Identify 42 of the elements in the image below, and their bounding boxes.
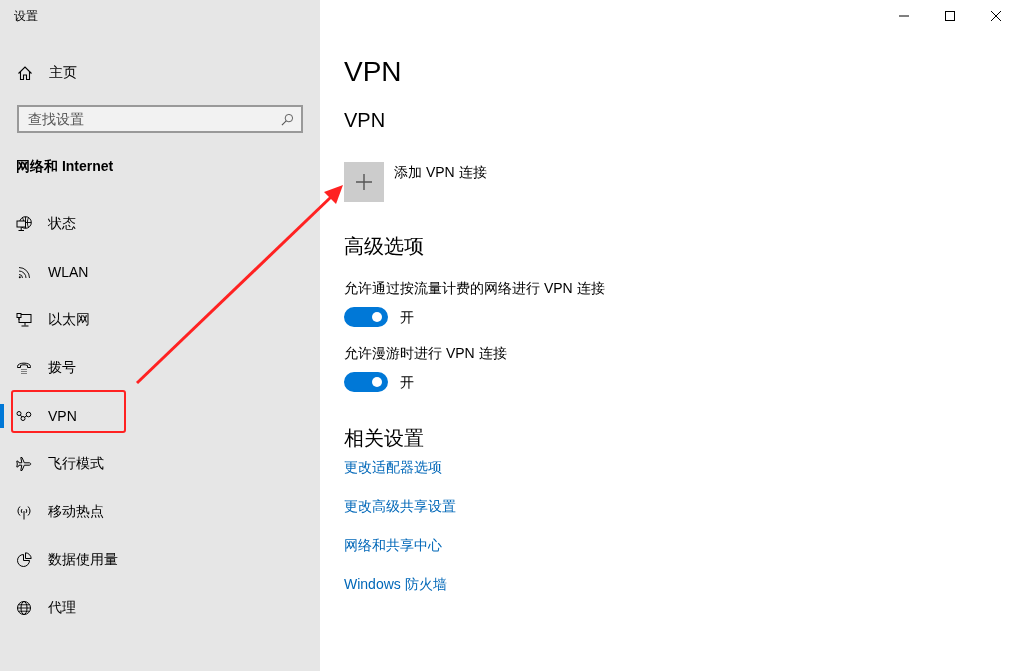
maximize-icon xyxy=(945,11,955,21)
chain-icon xyxy=(16,408,32,424)
nav-item[interactable]: 状态 xyxy=(0,200,320,248)
monitor-icon xyxy=(16,312,32,328)
globe-monitor-icon xyxy=(16,216,32,232)
option-label: 允许通过按流量计费的网络进行 VPN 连接 xyxy=(344,279,605,298)
home-icon xyxy=(17,65,33,81)
nav-item[interactable]: 以太网 xyxy=(0,296,320,344)
toggle-state-label: 开 xyxy=(400,308,414,327)
nav-item[interactable]: WLAN xyxy=(0,248,320,296)
section-heading: 网络和 Internet xyxy=(16,157,115,176)
plus-tile-icon xyxy=(344,162,384,202)
section-heading: VPN xyxy=(344,108,386,133)
airplane-icon xyxy=(16,456,32,472)
search-field[interactable]: 查找设置 xyxy=(17,105,303,133)
nav-item[interactable]: 数据使用量 xyxy=(0,536,320,584)
settings-link[interactable]: Windows 防火墙 xyxy=(344,574,447,594)
nav-item[interactable]: 代理 xyxy=(0,584,320,632)
settings-link[interactable]: 网络和共享中心 xyxy=(344,535,442,555)
antenna-icon xyxy=(16,504,32,520)
toggle-switch[interactable] xyxy=(344,372,388,392)
close-icon xyxy=(991,11,1001,21)
search-icon xyxy=(281,113,294,126)
page-title: VPN xyxy=(344,55,402,89)
wifi-icon xyxy=(16,264,32,280)
phone-icon xyxy=(16,360,32,376)
nav-item[interactable]: 拨号 xyxy=(0,344,320,392)
settings-link[interactable]: 更改适配器选项 xyxy=(344,457,442,477)
nav-item[interactable]: VPN xyxy=(0,392,320,440)
section-heading: 相关设置 xyxy=(344,426,424,451)
window-title: 设置 xyxy=(14,7,38,25)
toggle-switch[interactable] xyxy=(344,307,388,327)
settings-link[interactable]: 更改高级共享设置 xyxy=(344,496,456,516)
nav-item[interactable]: 飞行模式 xyxy=(0,440,320,488)
globe-icon xyxy=(16,600,32,616)
home-nav-item[interactable]: 主页 xyxy=(0,53,320,93)
section-heading: 高级选项 xyxy=(344,234,424,259)
toggle-state-label: 开 xyxy=(400,373,414,392)
nav-item[interactable]: 移动热点 xyxy=(0,488,320,536)
option-label: 允许漫游时进行 VPN 连接 xyxy=(344,344,507,363)
add-vpn-button[interactable]: 添加 VPN 连接 xyxy=(344,162,487,202)
pie-chart-icon xyxy=(16,552,32,568)
